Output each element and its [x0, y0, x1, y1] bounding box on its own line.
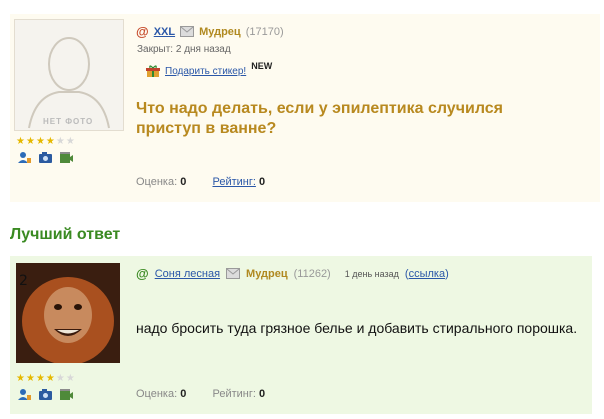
answer-stats: Оценка: 0 Рейтинг: 0: [136, 388, 265, 400]
question-rank: Мудрец: [199, 25, 241, 38]
star-icon: ★: [55, 136, 66, 147]
star-icon: ★: [25, 136, 36, 147]
star-icon: ★: [65, 136, 76, 147]
answer-permalink[interactable]: ссылка: [409, 268, 446, 280]
star-icon: ★: [25, 373, 36, 384]
answer-meta: @ Соня лесная Мудрец (11262) 1 день наза…: [136, 266, 449, 281]
score-label: Оценка:: [136, 176, 178, 188]
star-icon: ★: [35, 373, 46, 384]
question-stars: ★★★★★★: [16, 136, 76, 147]
question-meta: @ XXL Мудрец (17170): [136, 24, 284, 39]
rating-link[interactable]: Рейтинг:: [212, 176, 255, 188]
star-icon: ★: [16, 136, 26, 147]
closed-status: Закрыт: 2 дня назад: [137, 44, 231, 55]
question-points: (17170): [245, 25, 284, 38]
svg-text:2: 2: [19, 273, 28, 289]
answer-text: надо бросить туда грязное белье и добави…: [136, 320, 578, 336]
answer-icons: [17, 388, 74, 401]
score-value: 0: [180, 176, 187, 188]
score-label: Оценка:: [136, 388, 178, 400]
answer-rank: Мудрец: [246, 267, 288, 280]
rating-value: 0: [258, 388, 266, 400]
contact-icon[interactable]: [17, 388, 32, 401]
video-icon[interactable]: [59, 151, 74, 164]
star-icon: ★: [35, 136, 46, 147]
star-icon: ★: [45, 373, 56, 384]
avatar[interactable]: НЕТ ФОТО: [14, 19, 124, 131]
answer-stars: ★★★★★★: [16, 373, 76, 384]
score-value: 0: [180, 388, 187, 400]
best-answer-heading: Лучший ответ: [10, 226, 121, 243]
new-badge: NEW: [251, 61, 273, 71]
gift-sticker-link[interactable]: Подарить стикер!: [165, 66, 246, 77]
question-stats: Оценка: 0 Рейтинг: 0: [136, 176, 265, 188]
mail-icon[interactable]: [180, 26, 195, 37]
at-icon: @: [136, 266, 149, 281]
at-icon: @: [136, 24, 149, 39]
star-icon: ★: [45, 136, 56, 147]
rating-label: Рейтинг:: [212, 388, 256, 400]
question-title: Что надо делать, если у эпилептика случи…: [136, 100, 504, 137]
answer-points: (11262): [293, 267, 331, 280]
question-icons: [17, 151, 74, 164]
question-author-link[interactable]: XXL: [154, 26, 175, 38]
rating-value: 0: [258, 176, 266, 188]
answer-author-link[interactable]: Соня лесная: [155, 268, 220, 280]
mail-icon[interactable]: [226, 268, 241, 279]
camera-icon[interactable]: [38, 151, 53, 164]
gift-sticker: Подарить стикер! NEW: [146, 61, 273, 78]
answer-link-wrap: (ссылка): [404, 267, 449, 280]
gift-icon[interactable]: [146, 64, 160, 78]
star-icon: ★: [65, 373, 76, 384]
avatar-caption: НЕТ ФОТО: [43, 117, 94, 126]
no-photo-icon: [28, 37, 110, 129]
video-icon[interactable]: [59, 388, 74, 401]
camera-icon[interactable]: [38, 388, 53, 401]
orangutan-photo: 2: [16, 263, 120, 363]
answer-time: 1 день назад: [344, 268, 399, 279]
contact-icon[interactable]: [17, 151, 32, 164]
star-icon: ★: [55, 373, 66, 384]
star-icon: ★: [16, 373, 26, 384]
answer-avatar[interactable]: 2: [16, 263, 120, 363]
